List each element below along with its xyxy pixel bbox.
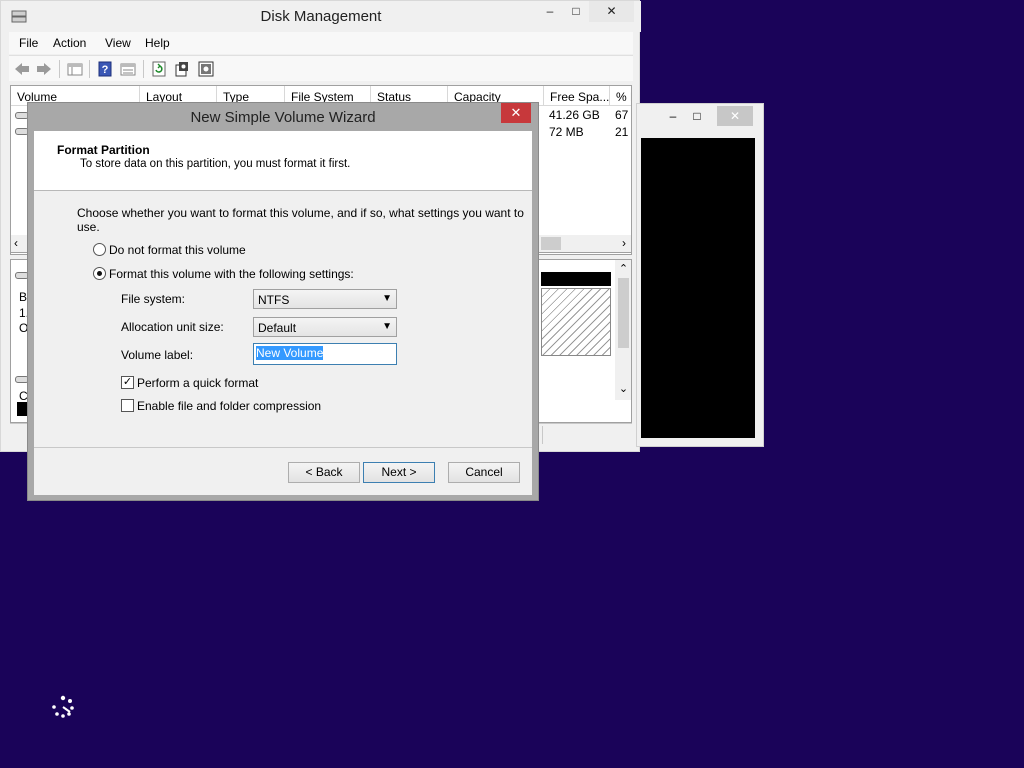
console-tree-icon[interactable] — [66, 60, 84, 78]
free-space-cell[interactable]: 41.26 GB — [549, 108, 600, 122]
back-arrow-icon[interactable] — [13, 60, 31, 78]
chevron-down-icon: ▼ — [382, 293, 392, 304]
new-simple-volume-wizard: New Simple Volume Wizard ✕ Format Partit… — [27, 102, 539, 501]
no-format-radio[interactable] — [93, 243, 106, 256]
refresh-icon[interactable] — [150, 60, 168, 78]
allocation-unit-size-label: Allocation unit size: — [121, 320, 224, 334]
toolbar-separator — [89, 60, 90, 78]
column-header-percent-free[interactable]: % F — [610, 86, 631, 106]
scroll-up-icon[interactable]: ⌃ — [615, 262, 631, 275]
disk-label: B — [19, 290, 28, 304]
wizard-body: Format Partition To store data on this p… — [34, 131, 532, 495]
compression-label[interactable]: Enable file and folder compression — [137, 399, 321, 413]
help-icon[interactable]: ? — [96, 60, 114, 78]
svg-text:?: ? — [102, 64, 109, 76]
partition-header[interactable] — [541, 272, 611, 286]
menu-help[interactable]: Help — [145, 36, 170, 50]
column-header-free-space[interactable]: Free Spa... — [544, 86, 610, 106]
minimize-button[interactable]: – — [661, 106, 685, 126]
maximize-button[interactable]: □ — [685, 106, 709, 126]
scroll-thumb[interactable] — [541, 237, 561, 250]
maximize-button[interactable]: □ — [564, 1, 588, 22]
wizard-header: Format Partition To store data on this p… — [34, 131, 532, 191]
close-button[interactable]: ✕ — [589, 1, 634, 22]
percent-free-cell[interactable]: 21 — [615, 125, 628, 139]
wizard-title: New Simple Volume Wizard — [190, 109, 376, 126]
title-bar[interactable]: Disk Management – □ ✕ — [1, 1, 641, 32]
settings-icon[interactable] — [173, 60, 191, 78]
allocation-unit-size-dropdown[interactable]: Default ▼ — [253, 317, 397, 337]
loading-spinner-icon — [52, 695, 74, 718]
wizard-close-button[interactable]: ✕ — [501, 103, 531, 123]
next-button[interactable]: Next > — [363, 462, 435, 483]
instruction-text: Choose whether you want to format this v… — [77, 206, 524, 234]
menu-bar: File Action View Help — [9, 32, 633, 54]
properties-icon[interactable] — [119, 60, 137, 78]
scroll-thumb[interactable] — [618, 278, 629, 348]
status-separator — [542, 426, 543, 444]
vertical-scrollbar[interactable]: ⌃ ⌄ — [615, 260, 631, 400]
file-system-label: File system: — [121, 292, 186, 306]
file-system-dropdown[interactable]: NTFS ▼ — [253, 289, 397, 309]
quick-format-checkbox[interactable]: ✓ — [121, 376, 134, 389]
close-button[interactable]: ✕ — [717, 106, 753, 126]
chevron-down-icon: ▼ — [382, 321, 392, 332]
volume-label-value: New Volume — [256, 346, 324, 360]
volume-label-label: Volume label: — [121, 348, 194, 362]
free-space-cell[interactable]: 72 MB — [549, 125, 584, 139]
page-title: Format Partition — [57, 143, 150, 157]
percent-free-cell[interactable]: 67 — [615, 108, 628, 122]
volume-label-input[interactable]: New Volume — [253, 343, 397, 365]
footer-divider — [34, 447, 532, 448]
toolbar-separator — [143, 60, 144, 78]
forward-arrow-icon[interactable] — [35, 60, 53, 78]
console-screen[interactable] — [641, 138, 755, 438]
back-button[interactable]: < Back — [288, 462, 360, 483]
console-window: – □ ✕ — [636, 103, 764, 447]
quick-format-label[interactable]: Perform a quick format — [137, 376, 258, 390]
cancel-button[interactable]: Cancel — [448, 462, 520, 483]
no-format-label[interactable]: Do not format this volume — [109, 243, 246, 257]
file-system-value: NTFS — [258, 293, 290, 307]
scroll-down-icon[interactable]: ⌄ — [615, 382, 631, 395]
toolbar-separator — [59, 60, 60, 78]
allocation-unit-size-value: Default — [258, 321, 297, 335]
menu-action[interactable]: Action — [53, 36, 86, 50]
scroll-left-icon[interactable]: ‹ — [14, 236, 18, 250]
format-label[interactable]: Format this volume with the following se… — [109, 267, 354, 281]
page-subtitle: To store data on this partition, you mus… — [80, 158, 351, 170]
rescan-disks-icon[interactable] — [197, 60, 215, 78]
menu-file[interactable]: File — [19, 36, 38, 50]
wizard-title-bar[interactable]: New Simple Volume Wizard ✕ — [28, 103, 538, 131]
menu-view[interactable]: View — [105, 36, 131, 50]
compression-checkbox[interactable] — [121, 399, 134, 412]
format-radio[interactable] — [93, 267, 106, 280]
toolbar: ? — [9, 55, 633, 81]
minimize-button[interactable]: – — [538, 1, 562, 22]
scroll-right-icon[interactable]: › — [622, 236, 626, 250]
partition-block[interactable] — [541, 288, 611, 356]
